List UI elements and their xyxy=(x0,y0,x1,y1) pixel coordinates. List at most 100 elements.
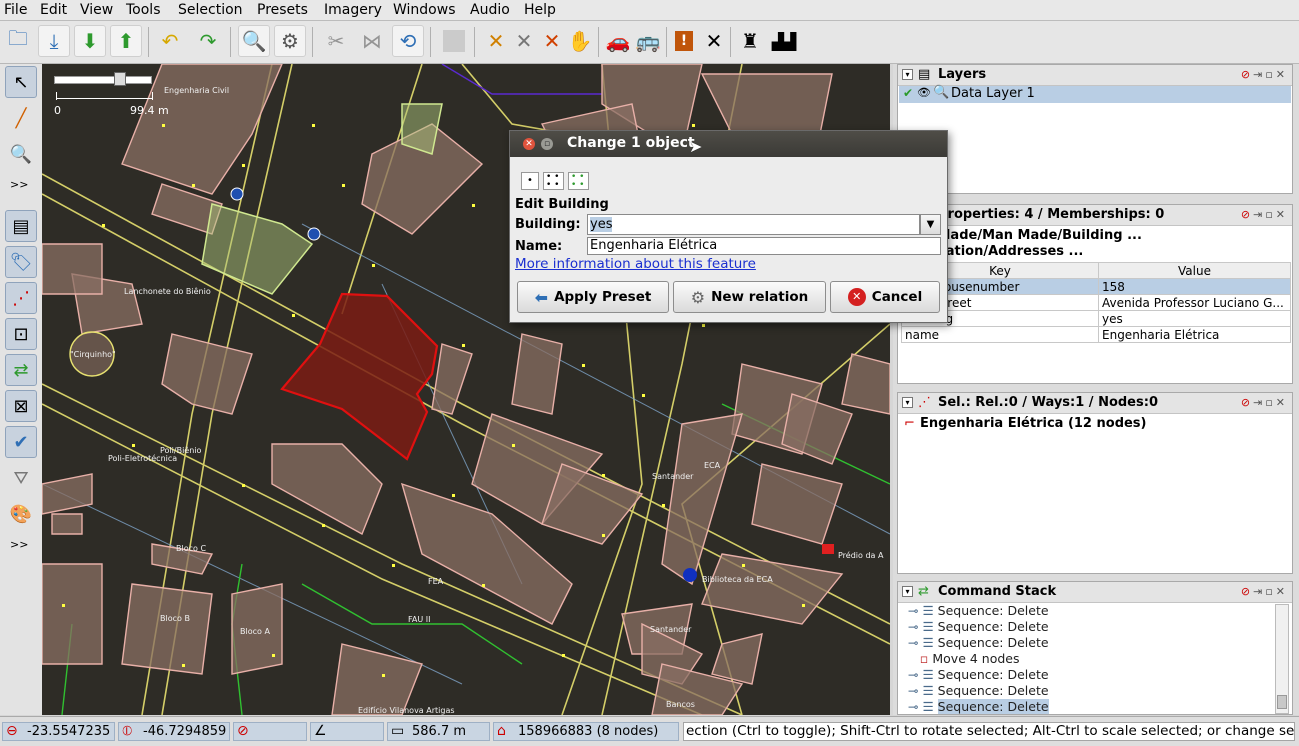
list-item[interactable]: ⊸ ☰ Sequence: Delete xyxy=(908,603,1049,619)
draw-tool-icon[interactable]: ╱ xyxy=(5,102,37,134)
panel-window-buttons[interactable]: ⊘⇥▫✕ xyxy=(1241,68,1288,81)
menu-selection[interactable]: Selection xyxy=(178,2,243,18)
table-row[interactable]: addr:street Avenida Professor Luciano G.… xyxy=(901,294,1291,311)
mappaint-icon[interactable]: 🎨 xyxy=(5,498,37,530)
properties-panel: ▾ 🏷 Properties: 4 / Memberships: 0 ⊘⇥▫✕ … xyxy=(897,204,1293,384)
collapse-toggle-icon[interactable]: ▾ xyxy=(902,397,913,408)
validator-icon[interactable]: ✔ xyxy=(5,426,37,458)
menu-imagery[interactable]: Imagery xyxy=(324,2,382,18)
menu-windows[interactable]: Windows xyxy=(393,2,456,18)
chevron-down-icon[interactable]: ▼ xyxy=(920,214,941,235)
menu-presets[interactable]: Presets xyxy=(257,2,308,18)
zoom-slider[interactable] xyxy=(54,76,152,84)
relation-list-icon[interactable]: ⊡ xyxy=(5,318,37,350)
properties-table: Key Value addr:housenumber 158 addr:stre… xyxy=(901,262,1291,343)
tag-value[interactable]: 158 xyxy=(1098,278,1291,295)
select-tool-icon[interactable]: ↖ xyxy=(5,66,37,98)
collapse-toggle-icon[interactable]: ▾ xyxy=(902,586,913,597)
warning-icon[interactable]: ! xyxy=(668,25,700,57)
edit-building-heading: Edit Building xyxy=(515,197,609,212)
conflict-icon[interactable]: ⊠ xyxy=(5,390,37,422)
layers-toggle-icon[interactable]: ▤ xyxy=(5,210,37,242)
undo-icon[interactable]: ↶ xyxy=(154,25,186,57)
menu-help[interactable]: Help xyxy=(524,2,556,18)
tag-value[interactable]: Avenida Professor Luciano G... xyxy=(1098,294,1291,311)
change-object-dialog: ✕ ▫ Change 1 object • • • • • • • • • Edit… xyxy=(509,130,948,323)
layers-icon: ▤ xyxy=(918,67,931,82)
panel-window-buttons[interactable]: ⊘⇥▫✕ xyxy=(1241,585,1288,598)
dialog-titlebar[interactable]: ✕ ▫ Change 1 object xyxy=(510,131,947,157)
mapmode-icon[interactable]: ⚙ xyxy=(274,25,306,57)
layer-row[interactable]: ✔ 👁 🔍 Data Layer 1 xyxy=(899,85,1291,103)
more-info-link[interactable]: More information about this feature xyxy=(515,256,756,272)
collapse-toggle-icon[interactable]: ▾ xyxy=(902,69,913,80)
menu-view[interactable]: View xyxy=(80,2,113,18)
more-tools-icon[interactable]: >> xyxy=(10,178,28,191)
selection-list-icon[interactable]: ⋰ xyxy=(5,282,37,314)
value-header[interactable]: Value xyxy=(1098,262,1291,279)
menu-file[interactable]: File xyxy=(4,2,27,18)
bus-icon[interactable]: 🚌 xyxy=(632,25,664,57)
layer-visible-icon[interactable]: ✔ xyxy=(903,86,913,100)
menu-edit[interactable]: Edit xyxy=(40,2,67,18)
car-icon[interactable]: 🚗 xyxy=(602,25,634,57)
panel-window-buttons[interactable]: ⊘⇥▫✕ xyxy=(1241,208,1288,221)
upload-icon[interactable]: ⬆ xyxy=(110,25,142,57)
building-label: Building: xyxy=(515,217,581,232)
eye-icon[interactable]: 👁 xyxy=(917,86,931,99)
maximize-icon[interactable]: ▫ xyxy=(541,138,553,150)
layer-name: Data Layer 1 xyxy=(951,86,1035,101)
list-item[interactable]: ▫ Move 4 nodes xyxy=(908,651,1020,667)
download-icon[interactable]: ⬇ xyxy=(74,25,106,57)
zoom-slider-thumb[interactable] xyxy=(114,72,126,86)
table-row[interactable]: name Engenharia Elétrica xyxy=(901,326,1291,343)
preferences-icon[interactable]: 🔍 xyxy=(238,25,270,57)
scrollbar-thumb[interactable] xyxy=(1277,695,1287,709)
table-row[interactable]: addr:housenumber 158 xyxy=(901,278,1291,295)
menu-tools[interactable]: Tools xyxy=(126,2,161,18)
reverse-way-icon[interactable]: ⟲ xyxy=(392,25,424,57)
list-item[interactable]: ⊸ ☰ Sequence: Delete xyxy=(908,667,1049,683)
castle-icon[interactable]: ♜ xyxy=(734,25,766,57)
list-item[interactable]: ⊸ ☰ Sequence: Delete xyxy=(908,683,1049,699)
command-stack-toggle-icon[interactable]: ⇄ xyxy=(5,354,37,386)
menu-audio[interactable]: Audio xyxy=(470,2,510,18)
tag-key[interactable]: name xyxy=(901,326,1099,343)
tag-value[interactable]: Engenharia Elétrica xyxy=(1098,326,1291,343)
close-icon[interactable]: ✕ xyxy=(523,138,535,150)
apply-preset-button[interactable]: ⬅ Apply Preset xyxy=(517,281,669,313)
label-fau: FAU II xyxy=(408,615,431,624)
filter-icon[interactable]: ⛛ xyxy=(5,462,37,494)
name-label: Name: xyxy=(515,239,563,254)
split-way-icon[interactable]: ✂ xyxy=(320,25,352,57)
angle-readout: ∠ xyxy=(310,722,384,741)
tags-toggle-icon[interactable]: 🏷 xyxy=(5,246,37,278)
name-field[interactable]: Engenharia Elétrica xyxy=(587,237,941,255)
table-row[interactable]: building yes xyxy=(901,310,1291,327)
list-item[interactable]: ⊸ ☰ Sequence: Delete xyxy=(908,699,1049,715)
open-file-icon[interactable]: 🗀 xyxy=(2,25,34,57)
menu-bar: File Edit View Tools Selection Presets I… xyxy=(0,0,1299,21)
more-toggles-icon[interactable]: >> xyxy=(10,538,28,551)
crossing-icon[interactable]: ✕ xyxy=(698,25,730,57)
tag-value[interactable]: yes xyxy=(1098,310,1291,327)
list-item[interactable]: ⊸ ☰ Sequence: Delete xyxy=(908,619,1049,635)
layers-title: Layers xyxy=(938,67,987,82)
new-relation-button[interactable]: ⚙ New relation xyxy=(673,281,826,313)
scrollbar[interactable] xyxy=(1275,604,1289,714)
zoom-tool-icon[interactable]: 🔍 xyxy=(5,138,37,170)
status-bar: ⊖ -23.5547235 ⦶ -46.7294859 ⊘ ∠ ▭ 586.7 … xyxy=(0,716,1299,746)
open-location-icon[interactable]: ⤓ xyxy=(38,25,70,57)
combine-way-icon[interactable]: ⋈ xyxy=(356,25,388,57)
redo-icon[interactable]: ↷ xyxy=(192,25,224,57)
factory-icon[interactable]: ▟▟ xyxy=(768,25,800,57)
cancel-button[interactable]: ✕ Cancel xyxy=(830,281,940,313)
label-lanchonete: Lanchonete do Biênio xyxy=(124,287,211,296)
panel-window-buttons[interactable]: ⊘⇥▫✕ xyxy=(1241,396,1288,409)
building-combobox[interactable]: yes xyxy=(587,214,920,235)
selection-item[interactable]: Engenharia Elétrica (12 nodes) xyxy=(920,416,1147,431)
hand-icon[interactable]: ✋ xyxy=(564,25,596,57)
selection-icon: ⋰ xyxy=(918,395,931,410)
list-item[interactable]: ⊸ ☰ Sequence: Delete xyxy=(908,635,1049,651)
way-info-readout: ⌂ 158966883 (8 nodes) xyxy=(493,722,679,741)
